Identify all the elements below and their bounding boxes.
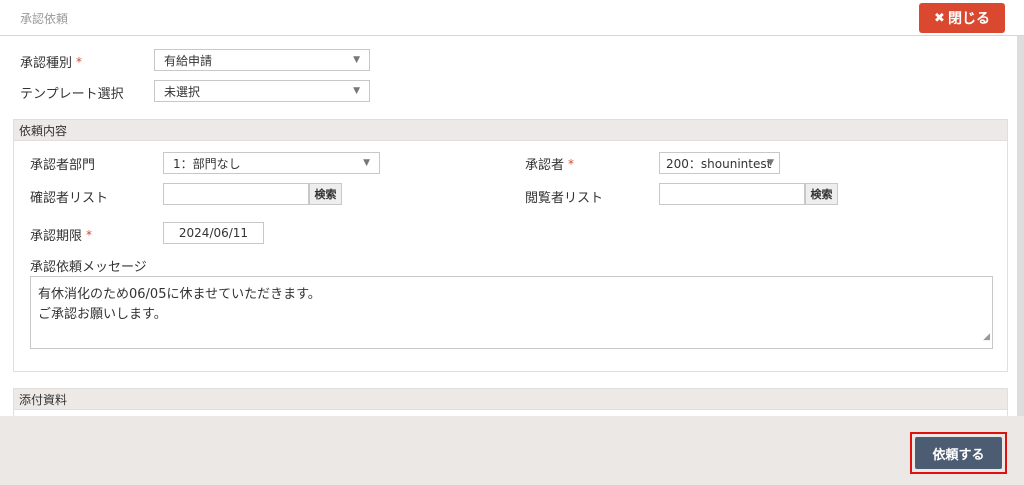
attachments-section-header: 添付資料 bbox=[13, 388, 1008, 410]
viewers-label: 閲覧者リスト bbox=[525, 191, 604, 206]
deadline-label-row: 承認期限 * bbox=[30, 225, 93, 245]
message-label-row: 承認依頼メッセージ bbox=[30, 256, 147, 275]
approver-label: 承認者 bbox=[525, 158, 565, 173]
search-button-label: 検索 bbox=[810, 188, 833, 201]
deadline-value: 2024/06/11 bbox=[178, 226, 249, 240]
request-section-title: 依頼内容 bbox=[19, 123, 68, 138]
approval-type-value: 有給申請 bbox=[164, 53, 213, 68]
close-button-label: 閉じる bbox=[947, 11, 990, 27]
dept-label-row: 承認者部門 bbox=[30, 154, 95, 173]
approver-value: 200：shounintest bbox=[666, 156, 772, 171]
approver-select[interactable]: 200：shounintest ▼ bbox=[659, 152, 780, 174]
required-mark: * bbox=[86, 227, 93, 242]
dialog-title: 承認依頼 bbox=[20, 12, 69, 26]
close-button[interactable]: ✖ 閉じる bbox=[919, 3, 1005, 33]
template-value: 未選択 bbox=[164, 84, 201, 99]
chevron-down-icon: ▼ bbox=[767, 158, 774, 168]
message-line-2: ご承認お願いします。 bbox=[38, 307, 167, 322]
confirmers-label-row: 確認者リスト bbox=[30, 187, 108, 206]
viewers-search-button[interactable]: 検索 bbox=[805, 183, 838, 205]
required-mark: * bbox=[76, 54, 83, 69]
message-line-1: 有休消化のため06/05に休ませていただきます。 bbox=[38, 287, 321, 302]
viewers-input[interactable] bbox=[659, 183, 805, 205]
approval-type-label: 承認種別 bbox=[20, 56, 73, 71]
submit-request-button[interactable]: 依頼する bbox=[915, 437, 1002, 469]
confirmers-input[interactable] bbox=[163, 183, 309, 205]
confirmers-search-button[interactable]: 検索 bbox=[309, 183, 342, 205]
dept-value: 1：部門なし bbox=[173, 156, 241, 171]
template-label: テンプレート選択 bbox=[20, 87, 124, 102]
chevron-down-icon: ▼ bbox=[353, 86, 360, 96]
search-button-label: 検索 bbox=[314, 188, 337, 201]
scrollbar-track[interactable] bbox=[1017, 36, 1024, 416]
confirmers-label: 確認者リスト bbox=[30, 191, 109, 206]
template-label-row: テンプレート選択 bbox=[20, 83, 124, 102]
submit-highlight: 依頼する bbox=[910, 432, 1007, 474]
dialog-header: 承認依頼 ✖ 閉じる bbox=[0, 0, 1024, 36]
message-label: 承認依頼メッセージ bbox=[30, 260, 147, 275]
approver-label-row: 承認者 * bbox=[525, 154, 575, 174]
chevron-down-icon: ▼ bbox=[363, 158, 370, 168]
attachments-section-title: 添付資料 bbox=[19, 392, 68, 407]
close-icon: ✖ bbox=[934, 10, 945, 26]
dialog-footer bbox=[0, 416, 1024, 485]
deadline-date-input[interactable]: 2024/06/11 bbox=[163, 222, 264, 244]
message-textarea[interactable]: 有休消化のため06/05に休ませていただきます。 ご承認お願いします。 ◢ bbox=[30, 276, 993, 349]
chevron-down-icon: ▼ bbox=[353, 55, 360, 65]
viewers-label-row: 閲覧者リスト bbox=[525, 187, 603, 206]
required-mark: * bbox=[568, 156, 575, 171]
dept-select[interactable]: 1：部門なし ▼ bbox=[163, 152, 380, 174]
template-select[interactable]: 未選択 ▼ bbox=[154, 80, 370, 102]
deadline-label: 承認期限 bbox=[30, 229, 83, 244]
submit-button-label: 依頼する bbox=[932, 447, 985, 463]
resize-handle-icon[interactable]: ◢ bbox=[983, 327, 990, 347]
approval-type-select[interactable]: 有給申請 ▼ bbox=[154, 49, 370, 71]
dept-label: 承認者部門 bbox=[30, 158, 96, 173]
request-section-header: 依頼内容 bbox=[13, 119, 1008, 141]
approval-type-label-row: 承認種別 * bbox=[20, 52, 83, 72]
